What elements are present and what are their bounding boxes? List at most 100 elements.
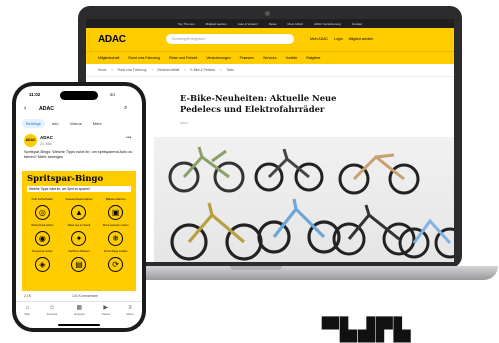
tab-videos[interactable]: Videos (66, 119, 86, 128)
bottom-nav-item-groups[interactable]: ▦ Gruppen (74, 304, 85, 316)
nav-item[interactable]: Finanzen (240, 56, 254, 60)
bottom-nav-label: Videos (101, 312, 110, 316)
home-icon: ⌂ (25, 305, 30, 311)
bingo-title: Spritspar-Bingo (27, 174, 104, 184)
breadcrumb-item[interactable]: Home (98, 68, 107, 72)
header-link[interactable]: Mitglied werden (349, 37, 374, 41)
header-links: Mein ADAC Login Mitglied werden (310, 37, 373, 41)
bingo-cell-label: Reifendruck prüfen (31, 224, 54, 227)
tab-posts[interactable]: Beiträge (22, 119, 45, 128)
gear-shift-icon: ◎ (34, 205, 50, 220)
bingo-cell: Kurze Wege meiden ⟳ (100, 250, 131, 272)
topbar-link[interactable]: Kontakt (352, 22, 362, 26)
engine-icon: ✦ (71, 231, 87, 246)
bingo-cell: Tempomat nutzen ◈ (27, 250, 58, 272)
bingo-cell-label: Früh hochschalten (31, 198, 53, 201)
bike-icon (168, 146, 245, 193)
bottom-nav-label: Menü (126, 312, 134, 316)
page-tabs: Beiträge Info Videos Mehr (22, 119, 106, 128)
nav-item[interactable]: Rund ums Fahrzeug (128, 56, 160, 60)
nav-item[interactable]: Vorteile (286, 56, 298, 60)
topbar-link[interactable]: Reise (269, 22, 277, 26)
tab-info[interactable]: Info (48, 119, 63, 128)
bottom-nav-item-videos[interactable]: ▶ Videos (101, 304, 110, 316)
header-link[interactable]: Mein ADAC (310, 37, 328, 41)
bingo-cell: Klima sparsam nutzen ❄ (100, 224, 131, 246)
bottom-nav-item-menu[interactable]: ≡ Menü (127, 304, 134, 316)
back-icon[interactable]: ‹ (24, 105, 26, 112)
roof-box-icon: ▤ (71, 257, 87, 272)
bottom-nav-item-home[interactable]: ⌂ Start (24, 304, 30, 316)
nav-item[interactable]: Reise und Freizeit (169, 56, 197, 60)
cruise-control-icon: ◈ (34, 257, 50, 272)
nav-item[interactable]: Mitgliedschaft (98, 56, 119, 60)
reaction-count[interactable]: 2,1K (24, 294, 31, 298)
status-time: 11:02 (29, 92, 41, 97)
bottom-nav-label: Gruppen (73, 312, 85, 316)
ebike-hero-image (154, 137, 454, 262)
comment-count[interactable]: 143 Kommentare (72, 294, 98, 298)
nav-item[interactable]: Versicherungen (206, 56, 230, 60)
topbar-link[interactable]: Top Themen (178, 22, 195, 26)
bottom-nav-item-friends[interactable]: ☺ Freunde (47, 304, 57, 316)
breadcrumb: Home › Rund ums Fahrzeug › Elektromobili… (86, 64, 454, 77)
breadcrumb-item[interactable]: Tests (226, 68, 233, 72)
bingo-grid: Früh hochschalten ◎ Vorausschauend fahren… (27, 198, 131, 272)
menu-icon: ≡ (128, 305, 132, 311)
post-timestamp: 21. Mai (40, 142, 52, 146)
bike-icon (254, 148, 324, 192)
topbar-link[interactable]: Mitglied werden (206, 22, 227, 26)
bingo-cell: Früh hochschalten ◎ (27, 198, 58, 220)
topbar-link[interactable]: Mein ADAC (288, 22, 304, 26)
breadcrumb-separator: › (151, 68, 153, 72)
adac-logo[interactable]: ADAC (98, 34, 126, 45)
bingo-cell: Ballast entfernen ▣ (100, 198, 131, 220)
bingo-cell-label: Motor aus im Stand (67, 224, 91, 227)
camera (265, 11, 270, 16)
post-author[interactable]: ADAC (40, 135, 53, 140)
tire-icon: ◉ (34, 231, 50, 246)
top-utility-bar: Top Themen Mitglied werden Auto & Verkeh… (86, 19, 454, 28)
box-icon: ▣ (108, 205, 124, 220)
bingo-cell-label: Vorausschauend fahren (65, 198, 93, 201)
header-link[interactable]: Login (334, 37, 343, 41)
site-header: ADAC Suchbegriff eingeben Mein ADAC Logi… (86, 28, 454, 51)
bike-icon (170, 202, 263, 261)
bingo-subtitle: Welche Tipps nutzt ihr, um Sprit zu spar… (27, 186, 131, 193)
road-icon: ▲ (71, 205, 87, 220)
bingo-cell-label: Ballast entfernen (105, 198, 126, 201)
topbar-link[interactable]: Auto & Verkehr (238, 22, 258, 26)
more-icon[interactable]: ••• (126, 135, 131, 141)
bike-icon (257, 198, 341, 254)
article-byline: ADAC (180, 121, 189, 125)
topbar-link[interactable]: ADAC Versicherung (314, 22, 341, 26)
breadcrumb-item[interactable]: Rund ums Fahrzeug (118, 68, 147, 72)
ebike-illustration (168, 146, 454, 261)
dynamic-island (60, 91, 98, 100)
phone-screen: 11:02 5G ‹ ADAC ⌕ Beiträge Info Videos M… (16, 86, 142, 328)
avatar[interactable]: ADAC (24, 134, 37, 147)
bingo-cell-label: Klima sparsam nutzen (102, 224, 129, 227)
facebook-page-header: ‹ ADAC ⌕ (16, 103, 142, 117)
bingo-image[interactable]: Spritspar-Bingo Welche Tipps nutzt ihr, … (22, 171, 136, 291)
nav-item[interactable]: Ratgeber (306, 56, 320, 60)
bingo-cell: Reifendruck prüfen ◉ (27, 224, 58, 246)
breadcrumb-item[interactable]: Elektromobilität (158, 68, 180, 72)
video-icon: ▶ (103, 305, 109, 311)
friends-icon: ☺ (49, 305, 56, 311)
bike-icon (338, 153, 420, 195)
nav-item[interactable]: Services (263, 56, 276, 60)
bottom-nav: ⌂ Start ☺ Freunde ▦ Gruppen ▶ Videos ≡ Menü (16, 301, 142, 323)
bottom-nav-label: Freunde (46, 312, 58, 316)
partial-caption: ▀▙▟▛▙ (322, 318, 412, 343)
signal-icon: 5G (110, 92, 116, 97)
search-input[interactable]: Suchbegriff eingeben (166, 34, 294, 44)
post-text: Spritspar-Bingo: Welche Tipps nutzt ihr,… (24, 150, 133, 160)
breadcrumb-item[interactable]: E-Bike & Pedelec (190, 68, 215, 72)
groups-icon: ▦ (76, 305, 83, 311)
laptop-notch (230, 266, 282, 270)
bingo-cell: Dachbox abbauen ▤ (64, 250, 95, 272)
tab-more[interactable]: Mehr (89, 119, 106, 128)
search-icon[interactable]: ⌕ (124, 105, 127, 112)
bingo-cell: Vorausschauend fahren ▲ (64, 198, 95, 220)
